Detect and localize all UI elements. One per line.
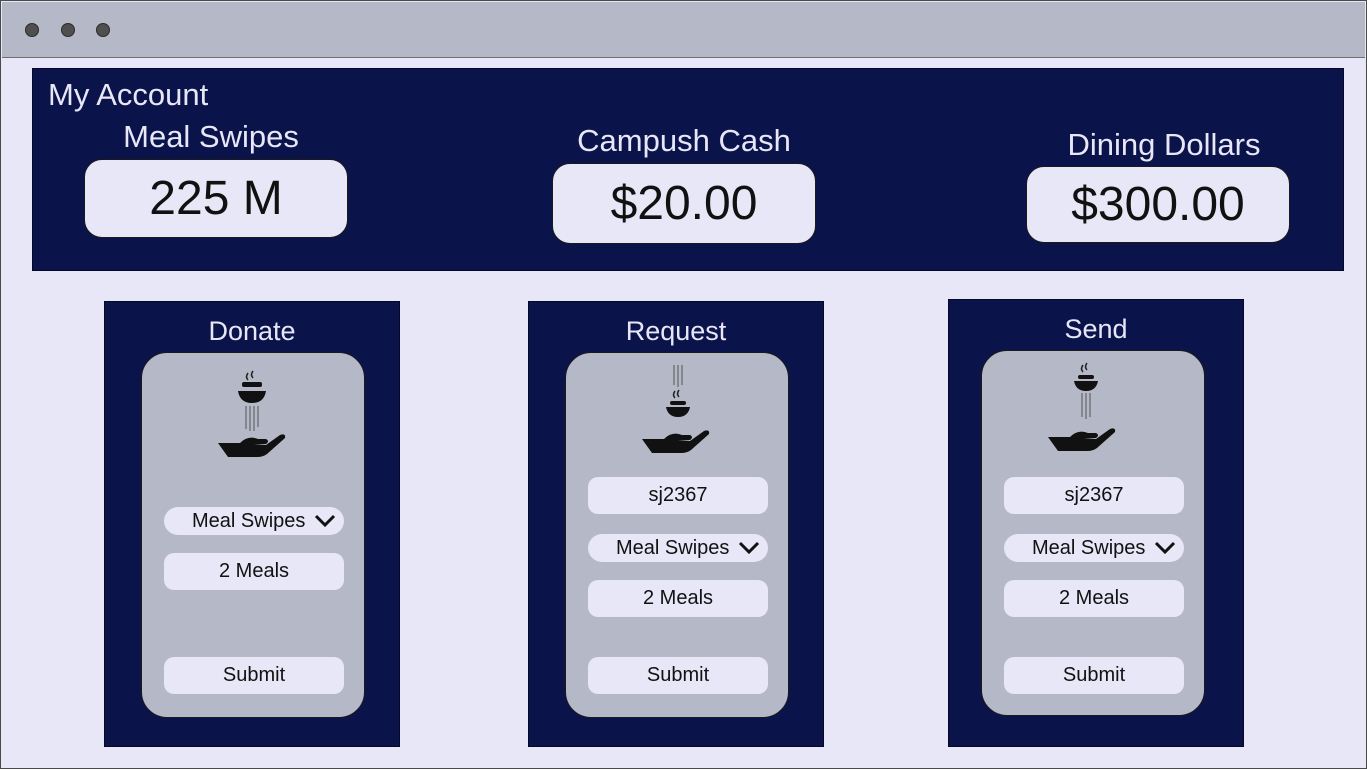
donate-meal-type-select[interactable]: Meal Swipes: [164, 507, 344, 535]
window-maximize-button[interactable]: [96, 23, 110, 37]
send-meal-type-select[interactable]: Meal Swipes: [1004, 534, 1184, 562]
window-minimize-button[interactable]: [61, 23, 75, 37]
request-user-field[interactable]: sj2367: [588, 477, 768, 514]
request-meal-type-select[interactable]: Meal Swipes: [588, 534, 768, 562]
hand-receiving-food-icon: [642, 365, 710, 453]
account-title: My Account: [48, 77, 209, 112]
hand-receiving-food-icon: [1048, 362, 1116, 451]
window-titlebar: [2, 2, 1365, 58]
send-title: Send: [1064, 314, 1128, 344]
window-close-button[interactable]: [25, 23, 39, 37]
donate-submit-button[interactable]: Submit: [164, 657, 344, 694]
donate-card: Meal Swipes 2 Meals Submit: [141, 352, 365, 718]
dining-dollars-label: Dining Dollars: [1067, 127, 1261, 162]
send-amount-field[interactable]: 2 Meals: [1004, 580, 1184, 617]
request-meal-type-value: Meal Swipes: [616, 537, 730, 559]
dining-dollars-balance: $300.00: [1026, 166, 1290, 243]
send-panel: Send sj2367 Meal Swipes 2 Meals Submit: [948, 299, 1244, 747]
chevron-down-icon: [314, 514, 336, 528]
donate-amount-field[interactable]: 2 Meals: [164, 553, 344, 590]
send-user-field[interactable]: sj2367: [1004, 477, 1184, 514]
request-panel: Request sj2367 Meal Swipes 2 Meals Submi…: [528, 301, 824, 747]
request-title: Request: [625, 316, 727, 346]
request-card: sj2367 Meal Swipes 2 Meals Submit: [565, 352, 789, 718]
campus-cash-balance: $20.00: [552, 163, 816, 244]
meal-swipes-label: Meal Swipes: [123, 119, 299, 154]
app-window: My Account Meal Swipes 225 M Campush Cas…: [0, 0, 1367, 769]
request-submit-button[interactable]: Submit: [588, 657, 768, 694]
chevron-down-icon: [738, 541, 760, 555]
campus-cash-label: Campush Cash: [577, 123, 791, 158]
hand-receiving-food-icon: [218, 370, 286, 457]
donate-panel: Donate Meal Swipes 2 Meals Submit: [104, 301, 400, 747]
request-amount-field[interactable]: 2 Meals: [588, 580, 768, 617]
donate-title: Donate: [208, 316, 296, 346]
donate-meal-type-value: Meal Swipes: [192, 510, 306, 532]
send-meal-type-value: Meal Swipes: [1032, 537, 1146, 559]
chevron-down-icon: [1154, 541, 1176, 555]
meal-swipes-balance: 225 M: [84, 159, 348, 238]
account-summary: My Account Meal Swipes 225 M Campush Cas…: [32, 68, 1344, 271]
send-submit-button[interactable]: Submit: [1004, 657, 1184, 694]
send-card: sj2367 Meal Swipes 2 Meals Submit: [981, 350, 1205, 716]
